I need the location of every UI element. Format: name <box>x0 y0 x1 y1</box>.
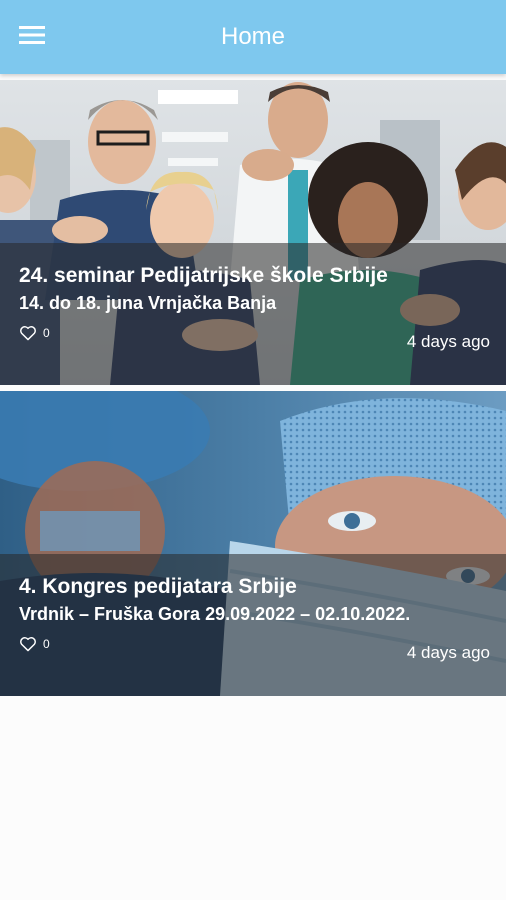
like-button[interactable]: 0 <box>19 636 50 652</box>
card-timestamp: 4 days ago <box>406 332 490 351</box>
card-title: 4. Kongres pedijatara Srbije <box>19 575 297 598</box>
app-bar: Home <box>0 0 506 74</box>
news-card[interactable]: 24. seminar Pedijatrijske škole Srbije 1… <box>0 80 506 385</box>
card-caption: 4. Kongres pedijatara Srbije Vrdnik – Fr… <box>0 554 506 696</box>
card-caption: 24. seminar Pedijatrijske škole Srbije 1… <box>0 243 506 385</box>
like-button[interactable]: 0 <box>19 325 50 341</box>
card-title: 24. seminar Pedijatrijske škole Srbije <box>19 264 388 287</box>
like-count: 0 <box>43 326 50 340</box>
card-subtitle: 14. do 18. juna Vrnjačka Banja <box>19 293 277 313</box>
news-feed: 24. seminar Pedijatrijske škole Srbije 1… <box>0 80 506 702</box>
news-card[interactable]: 4. Kongres pedijatara Srbije Vrdnik – Fr… <box>0 391 506 696</box>
card-subtitle: Vrdnik – Fruška Gora 29.09.2022 – 02.10.… <box>19 604 411 624</box>
page-title: Home <box>220 23 286 50</box>
heart-outline-icon <box>20 326 36 341</box>
heart-outline-icon <box>20 637 36 652</box>
like-count: 0 <box>43 637 50 651</box>
card-timestamp: 4 days ago <box>406 643 490 662</box>
